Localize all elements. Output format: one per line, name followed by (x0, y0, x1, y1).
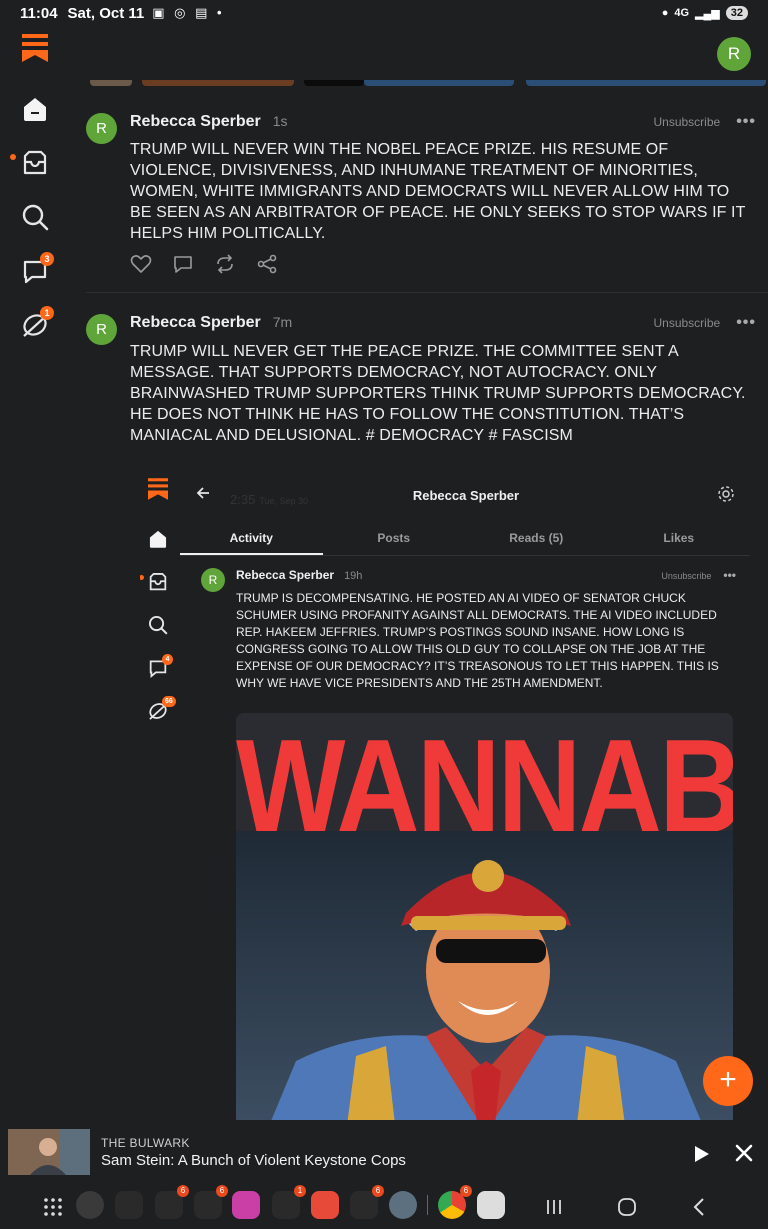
unsubscribe-button[interactable]: Unsubscribe (653, 316, 720, 330)
settings-app-icon[interactable] (76, 1191, 104, 1219)
app-folder-icon[interactable]: 1 (272, 1185, 306, 1219)
search-icon (148, 615, 168, 635)
chat-badge: 3 (40, 252, 54, 266)
news-app-icon[interactable] (311, 1191, 339, 1219)
tab-reads: Reads (5) (509, 531, 564, 545)
post-image: WANNABE (236, 713, 733, 1120)
system-navbar: 6 6 1 6 6 (0, 1185, 768, 1229)
activity-badge: 1 (40, 306, 54, 320)
episode-title[interactable]: Sam Stein: A Bunch of Violent Keystone C… (101, 1152, 406, 1169)
activity-badge: 66 (162, 696, 176, 707)
compose-fab-button[interactable]: + (703, 1056, 753, 1106)
restack-icon[interactable] (214, 253, 236, 275)
profile-title: Rebecca Sperber (412, 488, 520, 503)
status-date: Sat, Oct 11 (67, 4, 145, 22)
play-icon[interactable] (690, 1143, 712, 1165)
inbox-icon[interactable] (20, 148, 50, 178)
tab-activity: Activity (180, 526, 323, 555)
network-label: 4G (674, 7, 690, 19)
unsubscribe-button[interactable]: Unsubscribe (653, 115, 720, 129)
podcast-source: THE BULWARK (101, 1136, 190, 1150)
account-avatar[interactable]: R (717, 37, 751, 71)
inbox-icon (149, 573, 167, 591)
sidebar: 3 1 (0, 26, 70, 1126)
location-icon: ● (661, 7, 669, 19)
embedded-screenshot[interactable]: 2:35 Tue, Sep 30 Rebecca Sperber Activity… (140, 470, 750, 1120)
more-options-button[interactable]: ••• (736, 113, 756, 131)
tab-posts: Posts (377, 531, 411, 545)
comment-icon[interactable] (172, 253, 194, 275)
search-icon[interactable] (20, 202, 50, 232)
app-folder-icon[interactable]: 6 (350, 1185, 384, 1219)
app-badge: 6 (460, 1185, 472, 1197)
post-text: TRUMP IS DECOMPENSATING. HE POSTED AN AI… (236, 591, 719, 690)
home-icon[interactable] (20, 94, 50, 124)
more-options-button[interactable]: ••• (736, 314, 756, 332)
app-folder-icon[interactable] (115, 1191, 143, 1219)
inbox-unread-dot (10, 154, 16, 160)
close-icon[interactable] (734, 1143, 754, 1163)
chat-badge: 4 (162, 654, 173, 665)
gallery-app-icon[interactable] (232, 1191, 260, 1219)
post-time: 19h (344, 570, 363, 582)
camera-app-icon[interactable] (477, 1191, 505, 1219)
thumbnail-image (8, 1129, 90, 1175)
app-folder-icon[interactable]: 6 (155, 1185, 189, 1219)
chrome-app-icon[interactable]: 6 (438, 1185, 472, 1219)
home-icon (149, 530, 167, 548)
tab-likes: Likes (663, 531, 695, 545)
post-actions (130, 253, 278, 275)
app-badge: 6 (216, 1185, 228, 1197)
app-badge: 6 (372, 1185, 384, 1197)
post-time: 7m (272, 314, 293, 330)
battery-indicator: 32 (725, 6, 748, 20)
app-badge: 1 (294, 1185, 306, 1197)
status-right: ● 4G ▂▄▆ 32 (662, 6, 748, 20)
avatar[interactable]: R (86, 314, 117, 345)
mini-player[interactable]: THE BULWARK Sam Stein: A Bunch of Violen… (0, 1125, 768, 1185)
unsubscribe-button: Unsubscribe (661, 571, 712, 581)
portrait-illustration (236, 831, 733, 1120)
episode-thumbnail[interactable] (8, 1129, 90, 1175)
signal-icon: ▂▄▆ (695, 7, 720, 20)
back-button-icon[interactable] (692, 1197, 706, 1217)
share-icon[interactable] (256, 253, 278, 275)
status-bar: 11:04 Sat, Oct 11 ▣ ◎ ▤ • ● 4G ▂▄▆ 32 (0, 0, 768, 26)
post-header: Rebecca Sperber 1s Unsubscribe ••• (130, 113, 756, 133)
author-name[interactable]: Rebecca Sperber (130, 314, 261, 332)
post-text: TRUMP WILL NEVER WIN THE NOBEL PEACE PRI… (130, 141, 746, 242)
avatar[interactable]: R (86, 113, 117, 144)
post-header: Rebecca Sperber 19h Unsubscribe ••• (236, 568, 736, 582)
gear-icon (718, 486, 734, 502)
like-heart-icon[interactable] (130, 253, 152, 275)
photo-app-icon[interactable] (389, 1191, 417, 1219)
app-folder-icon[interactable]: 6 (194, 1185, 228, 1219)
recent-apps-icon[interactable] (545, 1199, 563, 1215)
status-time: 11:04 (20, 4, 58, 22)
avatar: R (201, 568, 225, 592)
post-card[interactable]: R Rebecca Sperber 7m Unsubscribe ••• TRU… (86, 314, 758, 464)
post-time: 1s (272, 113, 288, 129)
substack-logo-icon[interactable] (22, 34, 48, 62)
post-header: Rebecca Sperber 7m Unsubscribe ••• (130, 314, 756, 334)
author-name[interactable]: Rebecca Sperber (130, 113, 261, 131)
author-name: Rebecca Sperber (236, 568, 335, 582)
post-divider (86, 292, 768, 293)
post-text: TRUMP WILL NEVER GET THE PEACE PRIZE. TH… (130, 343, 746, 444)
media-strip (90, 80, 768, 88)
app-drawer-icon[interactable] (43, 1197, 63, 1217)
home-button-icon[interactable] (617, 1197, 637, 1217)
inbox-unread-dot (140, 575, 144, 580)
profile-tabs: Activity Posts Reads (5) Likes (180, 526, 750, 556)
app-badge: 6 (177, 1185, 189, 1197)
post-card[interactable]: R Rebecca Sperber 1s Unsubscribe ••• TRU… (86, 113, 758, 283)
navbar-separator (427, 1195, 428, 1215)
notification-icons: ▣ ◎ ▤ • (152, 5, 225, 20)
more-options-button: ••• (723, 568, 736, 582)
